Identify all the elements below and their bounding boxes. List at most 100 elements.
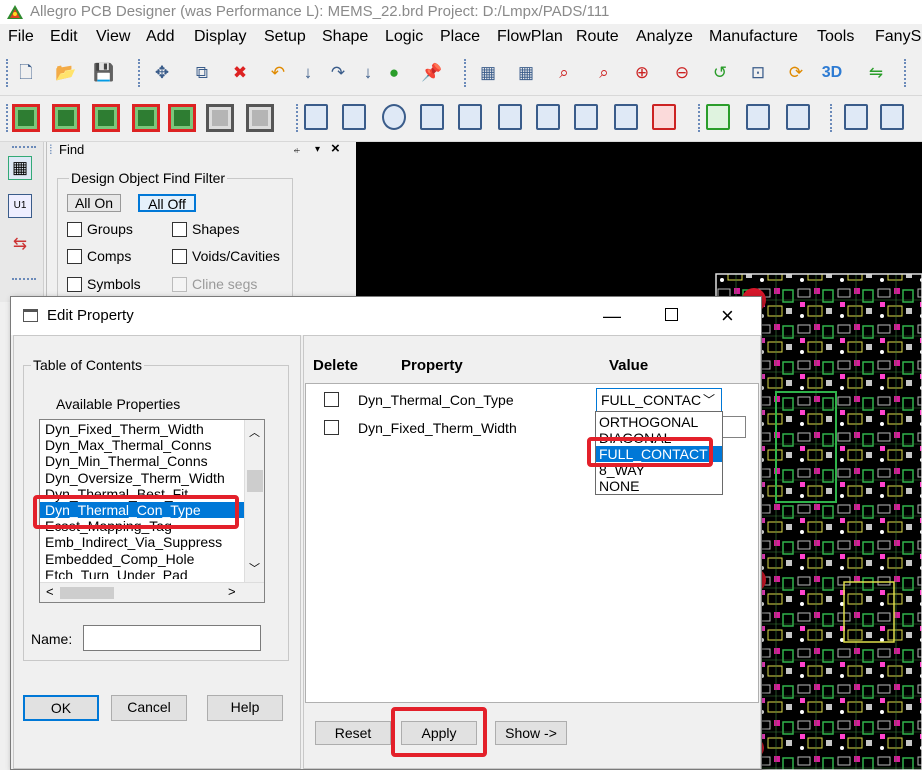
- menu-flowplan[interactable]: FlowPlan: [497, 24, 563, 50]
- vias-icon[interactable]: [168, 104, 196, 132]
- maximize-icon[interactable]: [665, 308, 678, 321]
- new-icon[interactable]: 🗋: [14, 61, 38, 85]
- property-list-item[interactable]: Dyn_Min_Thermal_Conns: [40, 453, 244, 469]
- property-list-item[interactable]: Dyn_Oversize_Therm_Width: [40, 470, 244, 486]
- dropdown-option[interactable]: ORTHOGONAL: [596, 414, 722, 430]
- menu-display[interactable]: Display: [194, 24, 246, 50]
- dimension-icon[interactable]: [746, 104, 770, 130]
- horizontal-scrollbar[interactable]: < >: [40, 582, 264, 602]
- property-list-item[interactable]: Etch_Turn_Under_Pad: [40, 567, 244, 579]
- odb-icon[interactable]: [844, 104, 868, 130]
- zoom-icon[interactable]: ⌕: [592, 61, 616, 85]
- find-checkbox-voids-cavities[interactable]: [172, 249, 187, 264]
- component-icon[interactable]: ▦: [8, 156, 32, 180]
- fix-icon[interactable]: [706, 104, 730, 130]
- zoom-world-icon[interactable]: ⊡: [746, 61, 770, 85]
- zoom-fit-icon[interactable]: ⌕: [552, 61, 576, 85]
- u1-icon[interactable]: U1: [8, 194, 32, 218]
- menu-manufacture[interactable]: Manufacture: [709, 24, 798, 50]
- pin-swap-icon[interactable]: ⇆: [8, 232, 32, 256]
- help-button[interactable]: Help: [207, 695, 283, 721]
- gray-box-icon[interactable]: [246, 104, 274, 132]
- scroll-right-icon[interactable]: >: [228, 584, 236, 599]
- delete-checkbox[interactable]: [324, 420, 339, 435]
- find-checkbox-shapes[interactable]: [172, 222, 187, 237]
- property-list-item[interactable]: Dyn_Fixed_Therm_Width: [40, 421, 244, 437]
- zoom-prev-icon[interactable]: ↺: [708, 61, 732, 85]
- cancel-button[interactable]: Cancel: [111, 695, 187, 721]
- shape-corner-icon[interactable]: [304, 104, 328, 130]
- reset-button[interactable]: Reset: [315, 721, 391, 745]
- property-list-item[interactable]: Emb_Indirect_Via_Suppress: [40, 534, 244, 550]
- move-icon[interactable]: ✥: [150, 61, 174, 85]
- square-icon[interactable]: [536, 104, 560, 130]
- select-icon[interactable]: [420, 104, 444, 130]
- all-on-button[interactable]: All On: [67, 194, 121, 212]
- name-input[interactable]: [83, 625, 261, 651]
- shape-poly-icon[interactable]: [458, 104, 482, 130]
- find-checkbox-cline-segs[interactable]: [172, 277, 187, 292]
- show-button[interactable]: Show ->: [495, 721, 567, 745]
- undo-icon[interactable]: ↶: [266, 61, 290, 85]
- down-arrow-icon[interactable]: ↓: [296, 61, 320, 85]
- copy-icon[interactable]: ⧉: [190, 61, 214, 85]
- slide-icon[interactable]: [52, 104, 80, 132]
- shape-void-icon[interactable]: [498, 104, 522, 130]
- circle-icon[interactable]: [382, 104, 406, 130]
- find-checkbox-groups[interactable]: [67, 222, 82, 237]
- scroll-left-icon[interactable]: <: [46, 584, 54, 599]
- refresh-icon[interactable]: ⟳: [784, 61, 808, 85]
- find-checkbox-comps[interactable]: [67, 249, 82, 264]
- measure-icon[interactable]: [786, 104, 810, 130]
- save-icon[interactable]: 💾: [92, 61, 116, 85]
- menu-analyze[interactable]: Analyze: [636, 24, 693, 50]
- menu-view[interactable]: View: [96, 24, 130, 50]
- menu-shape[interactable]: Shape: [322, 24, 368, 50]
- menu-setup[interactable]: Setup: [264, 24, 306, 50]
- value-input[interactable]: [722, 416, 746, 438]
- menu-fanysk[interactable]: FanySk: [875, 24, 922, 50]
- vertical-scrollbar[interactable]: ︿ ﹀: [244, 420, 264, 582]
- custom-smooth-icon[interactable]: [132, 104, 160, 132]
- pin-icon[interactable]: 📌: [420, 61, 444, 85]
- ok-button[interactable]: OK: [23, 695, 99, 721]
- gray-box-icon[interactable]: [206, 104, 234, 132]
- delete-icon[interactable]: ✖: [228, 61, 252, 85]
- property-list-item[interactable]: Embedded_Comp_Hole: [40, 551, 244, 567]
- find-checkbox-symbols[interactable]: [67, 277, 82, 292]
- grid-icon[interactable]: ▦: [476, 61, 500, 85]
- delete-shape-icon[interactable]: [652, 104, 676, 130]
- pin-icon[interactable]: ⍅: [293, 142, 301, 158]
- menu-place[interactable]: Place: [440, 24, 480, 50]
- h-scrollbar-thumb[interactable]: [60, 587, 114, 599]
- property-list-item[interactable]: Dyn_Max_Thermal_Conns: [40, 437, 244, 453]
- menu-tools[interactable]: Tools: [817, 24, 854, 50]
- open-icon[interactable]: 📂: [54, 61, 78, 85]
- scrollbar-thumb[interactable]: [247, 470, 263, 492]
- dropdown-option[interactable]: NONE: [596, 478, 722, 494]
- 3d-icon[interactable]: 3D: [820, 61, 844, 85]
- rect-icon[interactable]: [342, 104, 366, 130]
- grid2-icon[interactable]: ▦: [514, 61, 538, 85]
- menu-route[interactable]: Route: [576, 24, 619, 50]
- flip-icon[interactable]: ⇋: [864, 61, 888, 85]
- library-icon[interactable]: [880, 104, 904, 130]
- close-icon[interactable]: ×: [331, 141, 340, 157]
- chevron-down-icon[interactable]: ﹀: [703, 391, 715, 408]
- menu-edit[interactable]: Edit: [50, 24, 78, 50]
- delay-tune-icon[interactable]: [92, 104, 120, 132]
- minimize-icon[interactable]: —: [603, 297, 621, 335]
- menu-logic[interactable]: Logic: [385, 24, 423, 50]
- scroll-up-icon[interactable]: ︿: [249, 424, 260, 440]
- zoom-out-icon[interactable]: ⊖: [670, 61, 694, 85]
- zoom-in-icon[interactable]: ⊕: [630, 61, 654, 85]
- scroll-down-icon[interactable]: ﹀: [249, 560, 260, 576]
- value-dropdown[interactable]: FULL_CONTAC ﹀: [596, 388, 722, 412]
- menu-icon[interactable]: ▾: [315, 142, 320, 158]
- add-connect-icon[interactable]: [12, 104, 40, 132]
- all-off-button[interactable]: All Off: [138, 194, 196, 212]
- redo-icon[interactable]: ↷: [326, 61, 350, 85]
- close-icon[interactable]: ×: [721, 297, 734, 335]
- circle-square-icon[interactable]: [574, 104, 598, 130]
- menu-add[interactable]: Add: [146, 24, 174, 50]
